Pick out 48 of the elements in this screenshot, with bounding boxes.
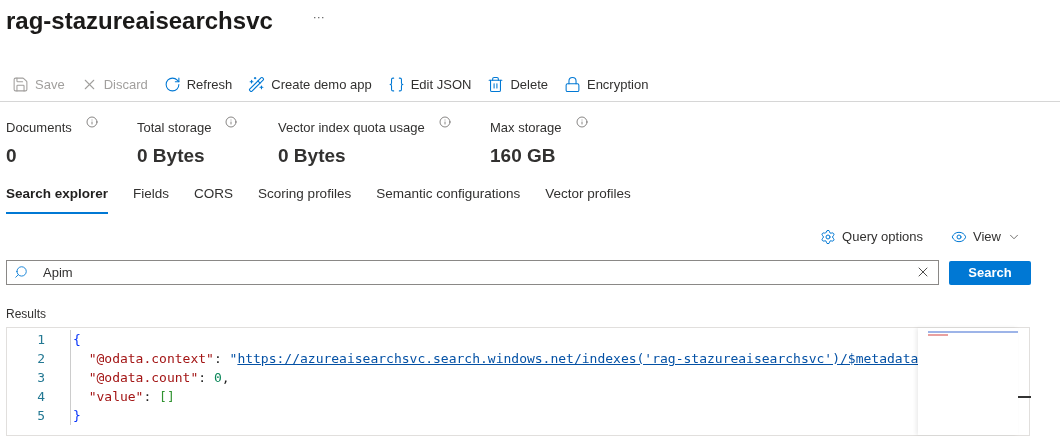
toolbar-button[interactable]: Edit JSON	[387, 74, 472, 95]
trash-icon	[487, 76, 505, 93]
page-title: rag-stazureaisearchsvc	[6, 6, 273, 36]
stat-label: Total storage	[137, 119, 212, 137]
toolbar-button[interactable]: Refresh	[163, 74, 233, 95]
tab[interactable]: Vector profiles	[545, 183, 631, 214]
search-icon	[14, 265, 28, 279]
toolbar-button[interactable]: View	[951, 227, 1021, 247]
stat-value: 0	[6, 143, 18, 168]
line-number: 1	[36, 330, 45, 349]
toolbar-button[interactable]: Encryption	[563, 74, 649, 95]
code-line: }	[70, 405, 81, 426]
tab[interactable]: Search explorer	[6, 183, 109, 214]
info-icon[interactable]	[438, 116, 451, 128]
results-label: Results	[5, 306, 47, 323]
lock-icon	[563, 76, 581, 93]
stat-label: Vector index quota usage	[278, 119, 425, 137]
code-line: "@odata.count": 0,	[70, 367, 230, 388]
tab[interactable]: Fields	[133, 183, 170, 214]
tab[interactable]: CORS	[194, 183, 234, 214]
save-icon	[12, 76, 29, 93]
search-button[interactable]: Search	[949, 260, 1031, 285]
code-line: {	[70, 329, 81, 350]
stat-value: 0 Bytes	[137, 143, 206, 168]
stat-label: Max storage	[490, 119, 562, 137]
toolbar-button[interactable]: Create demo app	[248, 74, 372, 95]
tab[interactable]: Scoring profiles	[258, 183, 352, 214]
refresh-icon	[163, 76, 181, 93]
info-icon[interactable]	[575, 116, 588, 128]
line-number: 2	[36, 349, 45, 368]
more-menu[interactable]: ···	[312, 8, 325, 26]
stat-value: 0 Bytes	[278, 143, 347, 168]
line-number: 5	[36, 406, 45, 425]
line-number: 4	[36, 387, 45, 406]
stat-label: Documents	[6, 119, 72, 137]
braces-icon	[387, 76, 405, 93]
info-icon[interactable]	[225, 116, 238, 128]
code-line: "value": []	[70, 386, 175, 407]
tab[interactable]: Semantic configurations	[376, 183, 521, 214]
wand-icon	[248, 76, 266, 93]
stat-value: 160 GB	[490, 143, 557, 168]
toolbar-button[interactable]: Delete	[487, 74, 548, 95]
settings-icon	[820, 229, 837, 245]
line-number: 3	[36, 368, 45, 387]
eye-icon	[951, 229, 968, 245]
search-field[interactable]: Apim	[6, 260, 939, 285]
toolbar-button[interactable]: Query options	[820, 227, 924, 247]
info-icon[interactable]	[85, 116, 98, 128]
